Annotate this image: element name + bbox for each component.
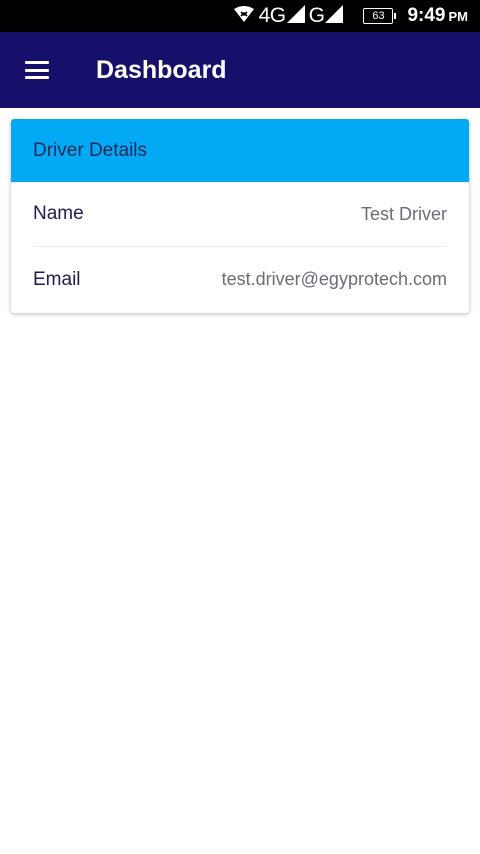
network-type-label: 4G xyxy=(258,4,287,27)
detail-row-email: Email test.driver@egyprotech.com xyxy=(33,247,447,312)
card-title: Driver Details xyxy=(33,139,148,161)
card-header: Driver Details xyxy=(11,119,469,182)
name-label: Name xyxy=(33,203,84,224)
status-bar: 4G G 63 9:49 PM xyxy=(0,0,480,32)
detail-row-name: Name Test Driver xyxy=(33,182,447,247)
battery-level: 63 xyxy=(372,9,385,22)
email-value: test.driver@egyprotech.com xyxy=(221,269,447,289)
hamburger-menu-icon[interactable] xyxy=(25,61,49,79)
clock-ampm: PM xyxy=(448,8,469,24)
app-bar: Dashboard xyxy=(0,32,480,108)
signal-icon-2 xyxy=(325,4,344,28)
email-label: Email xyxy=(33,268,81,290)
battery-icon: 63 xyxy=(363,8,397,24)
page-title: Dashboard xyxy=(96,55,227,84)
driver-details-card: Driver Details Name Test Driver Email te… xyxy=(11,119,469,313)
network-type-label-2: G xyxy=(308,4,325,27)
clock: 9:49 xyxy=(407,5,446,26)
name-value: Test Driver xyxy=(360,203,447,224)
wifi-icon xyxy=(233,5,255,28)
signal-icon xyxy=(286,4,305,28)
